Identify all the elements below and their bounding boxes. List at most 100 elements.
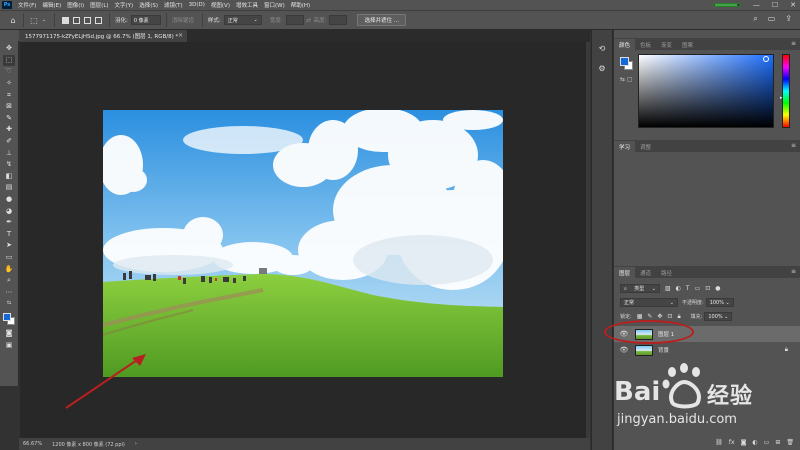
properties-icon[interactable]: ⚙	[596, 62, 608, 74]
lock-icon[interactable]: 🔒︎	[785, 346, 788, 354]
feather-input[interactable]: 0 像素	[130, 15, 161, 25]
tab-patterns[interactable]: 图案	[677, 39, 698, 50]
hue-slider[interactable]: ▸	[780, 54, 790, 128]
tab-layers[interactable]: 图层	[614, 267, 636, 278]
layer-name[interactable]: 背景	[658, 346, 669, 354]
tab-paths[interactable]: 路径	[656, 267, 677, 278]
frame-tool-icon[interactable]: ⊠	[3, 101, 15, 113]
height-input[interactable]	[329, 15, 348, 25]
width-input[interactable]	[285, 15, 304, 25]
color-picker-field[interactable]	[638, 54, 774, 128]
new-selection-icon[interactable]	[62, 16, 69, 24]
foreground-color-swatch[interactable]	[620, 57, 629, 66]
lock-all-icon[interactable]: 🔒︎	[677, 313, 680, 321]
more-tools-icon[interactable]: ⋯	[3, 286, 15, 298]
crop-tool-icon[interactable]: ⌗	[3, 89, 15, 101]
eraser-tool-icon[interactable]: ◧	[3, 171, 15, 183]
share-icon[interactable]: ⇪	[785, 14, 792, 24]
filter-shape-icon[interactable]: ▭	[695, 285, 701, 292]
antialias-checkbox[interactable]: 消除锯齿	[172, 16, 194, 24]
maximize-button[interactable]: ☐	[772, 1, 778, 9]
filter-pixel-icon[interactable]: ▨	[665, 285, 671, 292]
quick-mask-icon[interactable]: ◙	[3, 328, 15, 340]
filter-toggle-icon[interactable]: ●	[715, 285, 720, 292]
menu-filter[interactable]: 滤镜(T)	[164, 1, 183, 9]
gradient-tool-icon[interactable]: ▤	[3, 182, 15, 194]
menu-view[interactable]: 视图(V)	[211, 1, 230, 9]
move-tool-icon[interactable]: ✥	[3, 43, 15, 55]
menu-3d[interactable]: 3D(D)	[189, 2, 205, 8]
tab-swatches[interactable]: 色板	[635, 39, 656, 50]
healing-brush-tool-icon[interactable]: ✚	[3, 124, 15, 136]
minimize-button[interactable]: —	[753, 1, 760, 9]
pen-tool-icon[interactable]: ✒	[3, 217, 15, 229]
tab-gradients[interactable]: 渐变	[656, 39, 677, 50]
style-select[interactable]: 正常 ⌄	[223, 15, 262, 25]
select-and-mask-button[interactable]: 选择并遮住 ...	[357, 14, 406, 26]
filter-adjustment-icon[interactable]: ◐	[676, 285, 681, 292]
menu-edit[interactable]: 编辑(E)	[42, 1, 61, 9]
layer-filter-select[interactable]: ⌕ 类型 ⌄	[620, 284, 660, 293]
chevron-right-icon[interactable]: ›	[135, 441, 137, 447]
color-picker-handle[interactable]	[763, 56, 769, 62]
stamp-tool-icon[interactable]: ⊥	[3, 147, 15, 159]
tab-color[interactable]: 颜色	[614, 39, 636, 50]
zoom-level[interactable]: 66.67%	[23, 441, 42, 447]
opacity-input[interactable]: 100% ⌄	[705, 298, 734, 307]
workspace-icon[interactable]: ▭	[768, 14, 776, 24]
path-selection-tool-icon[interactable]: ➤	[3, 240, 15, 252]
type-tool-icon[interactable]: T	[3, 229, 15, 241]
dodge-tool-icon[interactable]: ◕	[3, 205, 15, 217]
eyedropper-tool-icon[interactable]: ✎	[3, 113, 15, 125]
close-icon[interactable]: ×	[178, 32, 183, 39]
screen-mode-icon[interactable]: ▣	[3, 339, 15, 351]
history-brush-tool-icon[interactable]: ↯	[3, 159, 15, 171]
swap-icon[interactable]: ⇄	[304, 15, 314, 25]
history-icon[interactable]: ⟲	[596, 42, 608, 54]
color-swatches[interactable]	[2, 312, 16, 326]
menu-type[interactable]: 文字(Y)	[115, 1, 134, 9]
menu-window[interactable]: 窗口(W)	[264, 1, 285, 9]
menu-select[interactable]: 选择(S)	[139, 1, 158, 9]
document-tab[interactable]: 1577971175-kZFyELjHSd.jpg @ 66.7% (图层 1,…	[19, 30, 187, 42]
menu-layer[interactable]: 图层(L)	[90, 1, 108, 9]
eye-icon[interactable]: 👁︎	[619, 346, 629, 354]
magic-wand-tool-icon[interactable]: ✧	[3, 78, 15, 90]
tab-learn[interactable]: 学习	[614, 141, 636, 152]
lock-position-icon[interactable]: ✥	[657, 313, 662, 320]
intersect-selection-icon[interactable]	[95, 16, 102, 24]
document-image[interactable]	[103, 110, 503, 377]
filter-type-icon[interactable]: T	[686, 285, 690, 292]
swap-colors-icon[interactable]: ⇆ ▢	[620, 76, 633, 83]
panel-menu-icon[interactable]: ≡	[791, 40, 796, 47]
swap-colors-icon[interactable]: ⇆	[3, 298, 15, 310]
lock-image-icon[interactable]: ✎	[647, 313, 652, 320]
blur-tool-icon[interactable]: ●	[3, 194, 15, 206]
hand-tool-icon[interactable]: ✋	[3, 263, 15, 275]
shape-tool-icon[interactable]: ▭	[3, 252, 15, 264]
blend-mode-select[interactable]: 正常 ⌄	[620, 298, 678, 307]
foreground-color-swatch[interactable]	[3, 312, 11, 321]
search-icon[interactable]: ⌕	[753, 14, 757, 24]
canvas-scrollbar[interactable]	[586, 42, 590, 438]
lock-transparent-icon[interactable]: ▦	[637, 313, 643, 320]
tab-channels[interactable]: 通道	[635, 267, 656, 278]
menu-plugins[interactable]: 增效工具	[236, 1, 258, 9]
layer-row[interactable]: 👁︎ 背景 🔒︎	[614, 342, 800, 358]
tab-adjustments[interactable]: 调整	[635, 141, 656, 152]
brush-tool-icon[interactable]: ✐	[3, 136, 15, 148]
zoom-tool-icon[interactable]: ⌕	[3, 275, 15, 287]
lasso-tool-icon[interactable]: ➰	[3, 66, 15, 78]
menu-file[interactable]: 文件(F)	[18, 1, 36, 9]
lock-artboard-icon[interactable]: ⊡	[667, 313, 672, 320]
marquee-tool-preset-icon[interactable]: ⬚	[29, 15, 39, 25]
rect-marquee-tool-icon[interactable]: ⬚	[3, 54, 15, 67]
menu-help[interactable]: 帮助(H)	[291, 1, 310, 9]
chevron-down-icon[interactable]: ⌄	[39, 15, 49, 25]
hue-slider-handle-icon[interactable]: ▸	[780, 95, 783, 101]
fill-input[interactable]: 100% ⌄	[704, 312, 733, 321]
filter-smart-object-icon[interactable]: ⊡	[705, 285, 710, 292]
close-button[interactable]: ✕	[790, 1, 796, 9]
subtract-selection-icon[interactable]	[84, 16, 91, 24]
add-selection-icon[interactable]	[73, 16, 80, 24]
